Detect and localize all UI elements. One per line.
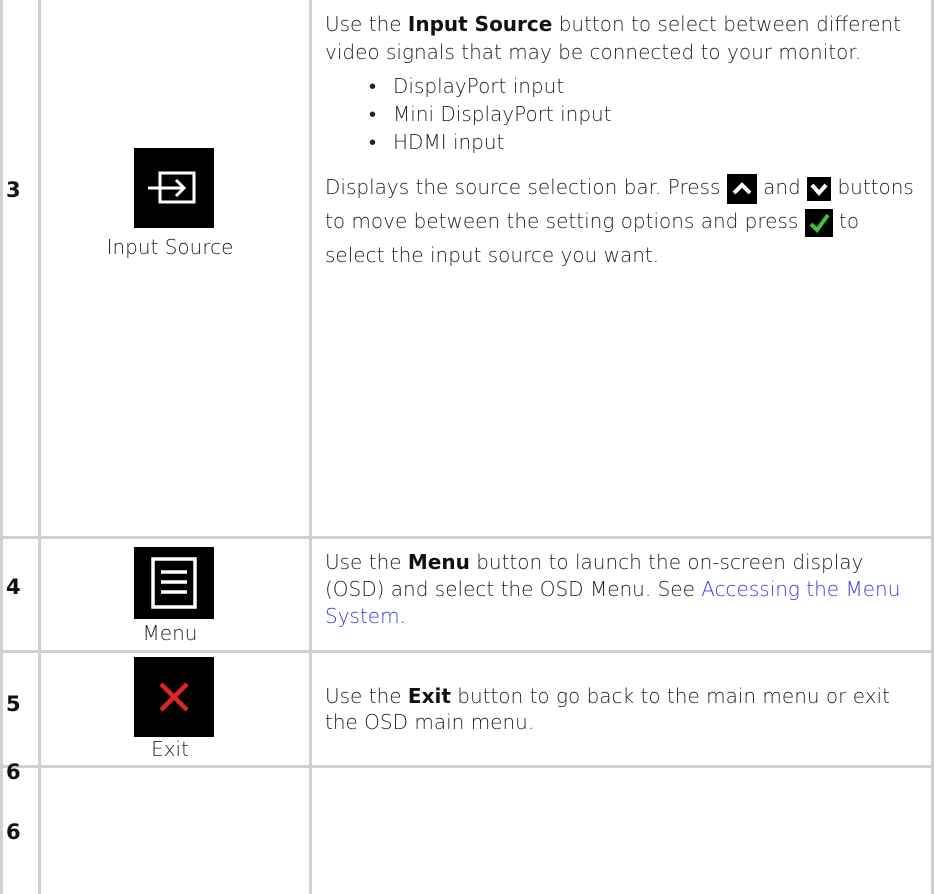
detail-text: Displays the source selection bar. Press…: [325, 173, 914, 267]
row-number: 3: [6, 178, 21, 202]
menu-icon: [134, 547, 214, 619]
input-list: • DisplayPort input • Mini DisplayPort inp…: [325, 72, 915, 156]
table-row: 5 Exit Use the Exit button to go back to…: [0, 653, 934, 765]
row-number: 4: [6, 575, 21, 599]
bullet-glyph: •: [369, 130, 377, 154]
bullet-glyph: •: [369, 74, 377, 98]
list-item: • DisplayPort input: [369, 74, 565, 98]
list-item: • Mini DisplayPort input: [369, 102, 612, 126]
description: Use the Exit button to go back to the ma…: [325, 683, 915, 735]
description: Use the Menu button to launch the on-scr…: [325, 549, 915, 630]
icon-label: Input Source: [106, 235, 234, 259]
row-number: 5: [6, 692, 21, 716]
input-source-icon: [134, 148, 214, 228]
buttons-table: 3 Input Source Use the Input Source butt…: [0, 0, 934, 894]
row-number: 6: [6, 760, 21, 784]
menu-text: Use the Menu button to launch the on-scr…: [325, 550, 901, 628]
bullet-glyph: •: [369, 102, 377, 126]
list-item: • HDMI input: [369, 130, 505, 154]
icon-label: Exit: [151, 737, 189, 761]
exit-text: Use the Exit button to go back to the ma…: [325, 684, 890, 734]
down-arrow-icon: [807, 176, 832, 201]
row-number: 6: [6, 820, 21, 844]
intro-text: Use the Input Source button to select be…: [325, 12, 902, 64]
table-row: 3 Input Source Use the Input Source butt…: [0, 0, 934, 536]
description: Use the Input Source button to select be…: [325, 10, 915, 272]
bold-term: Exit: [407, 684, 451, 708]
table-row: 4 Menu Use the Menu button to launch the…: [0, 539, 934, 650]
icon-label: Menu: [142, 621, 198, 645]
bold-term: Menu: [407, 550, 470, 574]
table-row: 6: [0, 760, 934, 894]
exit-icon: [134, 657, 214, 737]
bold-term: Input Source: [407, 12, 553, 36]
up-arrow-icon: [726, 173, 757, 204]
check-icon: [804, 208, 833, 237]
